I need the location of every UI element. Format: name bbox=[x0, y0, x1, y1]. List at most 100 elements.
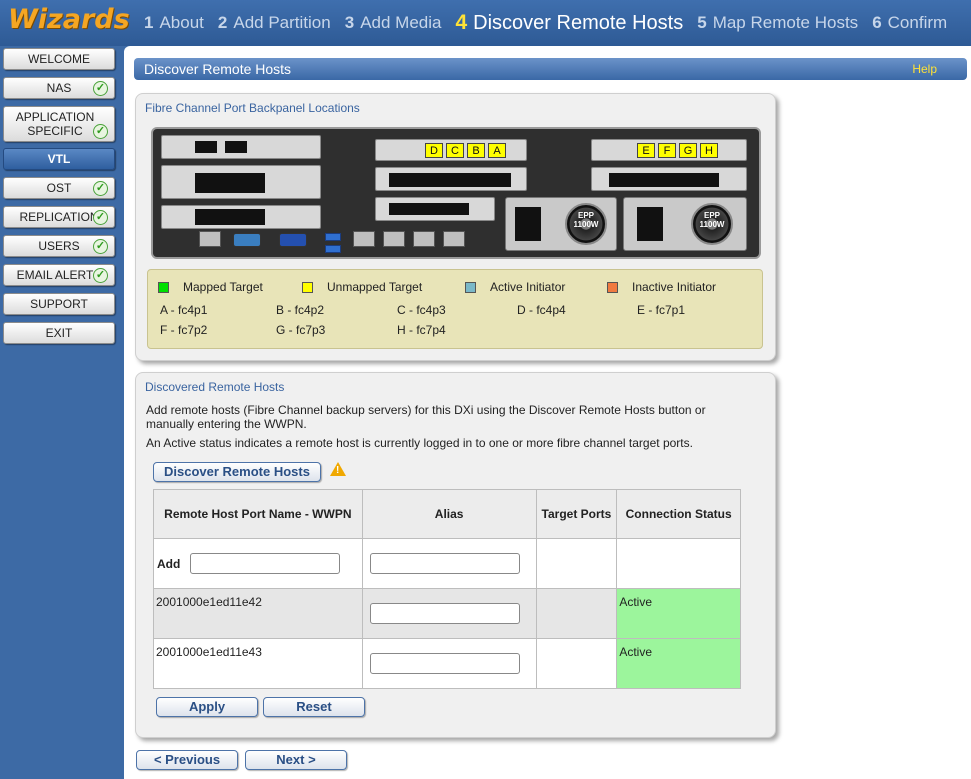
port-tag-d: D bbox=[425, 143, 443, 158]
apply-button[interactable]: Apply bbox=[156, 697, 258, 717]
backpanel-title: Fibre Channel Port Backpanel Locations bbox=[145, 101, 360, 115]
sfp-port-bank bbox=[389, 203, 469, 215]
alias-input[interactable] bbox=[369, 653, 520, 674]
port-label-a: A - fc4p1 bbox=[160, 303, 208, 317]
active-status-note: An Active status indicates a remote host… bbox=[146, 436, 693, 450]
port-label-c: C - fc4p3 bbox=[397, 303, 446, 317]
alias-input[interactable] bbox=[369, 603, 520, 624]
reset-button[interactable]: Reset bbox=[263, 697, 365, 717]
psu-watt-label: 1100W bbox=[573, 220, 599, 229]
check-icon: ✓ bbox=[93, 210, 108, 225]
power-socket bbox=[637, 207, 663, 241]
sidebar-item-users[interactable]: USERS ✓ bbox=[3, 235, 115, 257]
power-socket bbox=[515, 207, 541, 241]
sidebar-item-support[interactable]: SUPPORT bbox=[3, 293, 115, 315]
host-wwpn: 2001000e1ed11e43 bbox=[153, 638, 363, 689]
wizard-header: Wizards 1 About 2 Add Partition 3 Add Media… bbox=[0, 0, 971, 46]
discovered-hosts-title: Discovered Remote Hosts bbox=[145, 380, 285, 394]
legend-unmapped-target: Unmapped Target bbox=[302, 280, 422, 294]
next-button[interactable]: Next > bbox=[245, 750, 347, 770]
host-wwpn: 2001000e1ed11e42 bbox=[153, 588, 363, 639]
step-confirm[interactable]: 6 Confirm bbox=[872, 13, 947, 33]
sidebar-item-application-specific[interactable]: APPLICATION SPECIFIC ✓ bbox=[3, 106, 115, 142]
legend-mapped-target: Mapped Target bbox=[158, 280, 263, 294]
remote-hosts-table: Remote Host Port Name - WWPN Alias Targe… bbox=[153, 489, 741, 689]
add-wwpn-cell: Add bbox=[153, 538, 363, 589]
warning-mark: ! bbox=[336, 465, 340, 476]
target-ports-cell bbox=[535, 638, 618, 689]
step-about[interactable]: 1 About bbox=[144, 13, 204, 33]
rj45-port bbox=[413, 231, 435, 247]
sidebar-item-ost[interactable]: OST ✓ bbox=[3, 177, 115, 199]
port-label-e: E - fc7p1 bbox=[637, 303, 686, 317]
column-header-target-ports: Target Ports bbox=[535, 489, 618, 539]
port-tag-a: A bbox=[488, 143, 506, 158]
wizard-steps: 1 About 2 Add Partition 3 Add Media 4 Discov… bbox=[144, 0, 961, 46]
serial-port bbox=[233, 233, 261, 247]
vga-port bbox=[279, 233, 307, 247]
sidebar-item-replication[interactable]: REPLICATION ✓ bbox=[3, 206, 115, 228]
psu-watt-label: 1100W bbox=[699, 220, 725, 229]
sidebar-item-email-alerts[interactable]: EMAIL ALERTS ✓ bbox=[3, 264, 115, 286]
sfp-port bbox=[195, 141, 217, 153]
target-ports-cell bbox=[535, 588, 618, 639]
rj45-port bbox=[353, 231, 375, 247]
legend: Mapped Target Unmapped Target Active Ini… bbox=[147, 269, 763, 349]
check-icon: ✓ bbox=[93, 124, 108, 139]
discovered-hosts-description: Add remote hosts (Fibre Channel backup s… bbox=[146, 403, 706, 431]
port-tag-g: G bbox=[679, 143, 697, 158]
check-icon: ✓ bbox=[93, 239, 108, 254]
page-title: Discover Remote Hosts bbox=[144, 61, 292, 77]
discover-remote-hosts-button[interactable]: Discover Remote Hosts bbox=[153, 462, 321, 482]
connection-status: Active bbox=[616, 638, 741, 689]
check-icon: ✓ bbox=[93, 268, 108, 283]
discovered-hosts-panel: Discovered Remote Hosts Add remote hosts… bbox=[135, 372, 776, 738]
sidebar-item-welcome[interactable]: WELCOME bbox=[3, 48, 115, 70]
step-add-partition[interactable]: 2 Add Partition bbox=[218, 13, 331, 33]
add-target-ports-cell bbox=[535, 538, 618, 589]
legend-swatch bbox=[158, 281, 169, 293]
sidebar-item-nas[interactable]: NAS ✓ bbox=[3, 77, 115, 99]
rj45-port bbox=[443, 231, 465, 247]
port-label-h: H - fc7p4 bbox=[397, 323, 446, 337]
sfp-port-bank bbox=[195, 173, 265, 193]
chassis-backpanel-image: D C B A E F G H EPP 1100W EPP 1100W bbox=[151, 127, 761, 259]
rj45-port bbox=[199, 231, 221, 247]
table-row: 2001000e1ed11e43 Active bbox=[153, 638, 741, 689]
add-wwpn-input[interactable] bbox=[190, 553, 341, 574]
alias-cell bbox=[361, 588, 537, 639]
sfp-port-bank bbox=[389, 173, 511, 187]
sfp-port-bank bbox=[195, 209, 265, 225]
sidebar-item-exit[interactable]: EXIT bbox=[3, 322, 115, 344]
port-label-f: F - fc7p2 bbox=[160, 323, 208, 337]
sidebar-item-vtl[interactable]: VTL bbox=[3, 148, 115, 170]
connection-status: Active bbox=[616, 588, 741, 639]
backpanel-panel: Fibre Channel Port Backpanel Locations D… bbox=[135, 93, 776, 361]
port-label-b: B - fc4p2 bbox=[276, 303, 325, 317]
port-label-g: G - fc7p3 bbox=[276, 323, 326, 337]
table-row: 2001000e1ed11e42 Active bbox=[153, 588, 741, 639]
step-map-remote-hosts[interactable]: 5 Map Remote Hosts bbox=[697, 13, 858, 33]
help-link[interactable]: Help bbox=[912, 58, 937, 80]
legend-inactive-initiator: Inactive Initiator bbox=[607, 280, 716, 294]
usb-port bbox=[325, 233, 341, 241]
port-tag-f: F bbox=[658, 143, 676, 158]
table-header-row: Remote Host Port Name - WWPN Alias Targe… bbox=[153, 489, 741, 539]
table-row-add: Add bbox=[153, 538, 741, 589]
port-tag-c: C bbox=[446, 143, 464, 158]
wizards-logo: Wizards bbox=[8, 4, 130, 35]
port-tag-e: E bbox=[637, 143, 655, 158]
alias-cell bbox=[361, 638, 537, 689]
page-title-bar: Discover Remote Hosts Help bbox=[134, 58, 967, 80]
previous-button[interactable]: < Previous bbox=[136, 750, 238, 770]
port-label-d: D - fc4p4 bbox=[517, 303, 566, 317]
legend-active-initiator: Active Initiator bbox=[465, 280, 565, 294]
sidebar: WELCOME NAS ✓ APPLICATION SPECIFIC ✓ VTL O… bbox=[0, 46, 124, 779]
port-tag-h: H bbox=[700, 143, 718, 158]
step-add-media[interactable]: 3 Add Media bbox=[345, 13, 442, 33]
check-icon: ✓ bbox=[93, 181, 108, 196]
legend-swatch bbox=[302, 281, 313, 293]
check-icon: ✓ bbox=[93, 81, 108, 96]
step-discover-remote-hosts[interactable]: 4 Discover Remote Hosts bbox=[455, 11, 683, 35]
add-alias-input[interactable] bbox=[369, 553, 520, 574]
